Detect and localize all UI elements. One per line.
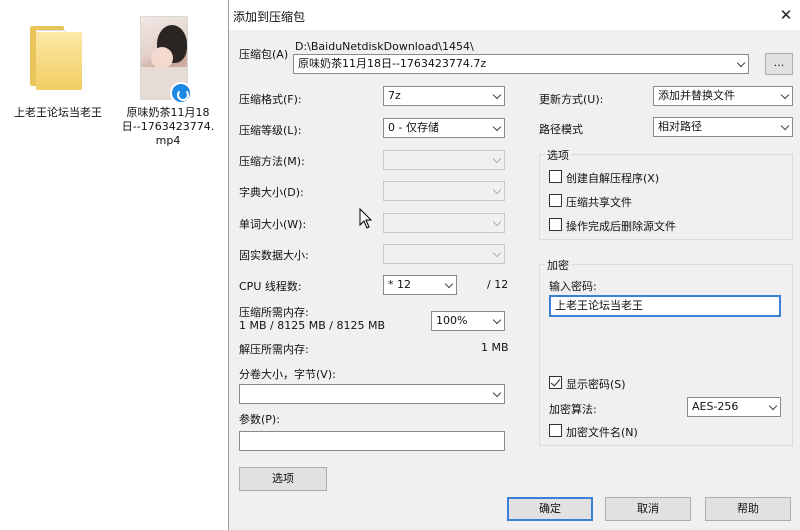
- chevron-down-icon: [736, 58, 746, 68]
- chevron-down-icon: [492, 90, 502, 100]
- password-input[interactable]: 上老王论坛当老王: [549, 295, 781, 317]
- update-label: 更新方式(U):: [539, 93, 604, 106]
- algo-select[interactable]: AES-256: [687, 397, 781, 417]
- delete-after-label: 操作完成后删除源文件: [566, 220, 676, 233]
- method-select: [383, 150, 505, 170]
- folder-label: 上老王论坛当老王: [14, 106, 102, 119]
- archive-path: D:\BaiduNetdiskDownload\1454\: [295, 40, 474, 53]
- show-password-checkbox[interactable]: [549, 376, 562, 389]
- cancel-button[interactable]: 取消: [605, 497, 691, 521]
- mem-percent-value: 100%: [436, 314, 468, 327]
- browse-button[interactable]: ...: [765, 53, 793, 75]
- word-label: 单词大小(W):: [239, 218, 307, 231]
- video-label: 原味奶茶11月18日--1763423774.mp4: [121, 106, 215, 147]
- password-value: 上老王论坛当老王: [555, 299, 643, 312]
- algo-label: 加密算法:: [549, 403, 597, 416]
- mouse-cursor-icon: [359, 208, 373, 229]
- chevron-down-icon: [444, 279, 454, 289]
- algo-value: AES-256: [692, 400, 739, 413]
- chevron-down-icon: [492, 217, 502, 227]
- solid-select: [383, 244, 505, 264]
- encrypt-group-title: 加密: [545, 257, 571, 273]
- solid-label: 固实数据大小:: [239, 249, 309, 262]
- sfx-checkbox[interactable]: [549, 170, 562, 183]
- chevron-down-icon: [492, 185, 502, 195]
- video-file-item[interactable]: 原味奶茶11月18日--1763423774.mp4: [118, 14, 218, 174]
- encrypt-names-checkbox[interactable]: [549, 424, 562, 437]
- encrypt-names-label: 加密文件名(N): [566, 426, 638, 439]
- level-value: 0 - 仅存储: [388, 121, 439, 134]
- options-group-title: 选项: [545, 147, 571, 163]
- mem-comp-label: 压缩所需内存:: [239, 306, 309, 319]
- close-icon[interactable]: ✕: [775, 4, 797, 26]
- shared-label: 压缩共享文件: [566, 196, 632, 209]
- archive-name-value: 原味奶茶11月18日--1763423774.7z: [298, 57, 487, 70]
- desktop: 上老王论坛当老王 原味奶茶11月18日--1763423774.mp4: [0, 0, 228, 530]
- update-mode-select[interactable]: 添加并替换文件: [653, 86, 793, 106]
- cpu-threads-select[interactable]: * 12: [383, 275, 457, 295]
- path-mode-label: 路径模式: [539, 123, 583, 136]
- mem-comp-values: 1 MB / 8125 MB / 8125 MB: [239, 319, 385, 332]
- path-mode-value: 相对路径: [658, 120, 702, 133]
- split-label: 分卷大小，字节(V):: [239, 368, 336, 381]
- options-button[interactable]: 选项: [239, 467, 327, 491]
- chevron-down-icon: [768, 401, 778, 411]
- format-label: 压缩格式(F):: [239, 93, 302, 106]
- cpu-total: / 12: [487, 278, 509, 291]
- format-value: 7z: [388, 89, 401, 102]
- password-label: 输入密码:: [549, 280, 597, 293]
- update-value: 添加并替换文件: [658, 89, 735, 102]
- format-select[interactable]: 7z: [383, 86, 505, 106]
- chevron-down-icon: [780, 90, 790, 100]
- cpu-label: CPU 线程数:: [239, 280, 302, 293]
- ok-button[interactable]: 确定: [507, 497, 593, 521]
- chevron-down-icon: [492, 122, 502, 132]
- chevron-down-icon: [492, 154, 502, 164]
- path-mode-select[interactable]: 相对路径: [653, 117, 793, 137]
- chevron-down-icon: [780, 121, 790, 131]
- cpu-value: * 12: [388, 278, 411, 291]
- chevron-down-icon: [492, 315, 502, 325]
- sfx-label: 创建自解压程序(X): [566, 172, 660, 185]
- level-label: 压缩等级(L):: [239, 124, 302, 137]
- split-size-combo[interactable]: [239, 384, 505, 404]
- mem-decomp-value: 1 MB: [481, 341, 509, 354]
- title-bar: 添加到压缩包 ✕: [229, 0, 800, 30]
- archive-label: 压缩包(A): [239, 48, 289, 61]
- folder-item[interactable]: 上老王论坛当老王: [14, 18, 102, 138]
- chevron-down-icon: [492, 388, 502, 398]
- mem-percent-select[interactable]: 100%: [431, 311, 505, 331]
- dict-label: 字典大小(D):: [239, 186, 304, 199]
- word-select: [383, 213, 505, 233]
- help-button[interactable]: 帮助: [705, 497, 791, 521]
- chevron-down-icon: [492, 248, 502, 258]
- params-input[interactable]: [239, 431, 505, 451]
- params-label: 参数(P):: [239, 413, 280, 426]
- mem-decomp-label: 解压所需内存:: [239, 343, 309, 356]
- show-password-label: 显示密码(S): [566, 378, 626, 391]
- dict-select: [383, 181, 505, 201]
- delete-after-checkbox[interactable]: [549, 218, 562, 231]
- app-badge-icon: [170, 82, 192, 104]
- dialog-title: 添加到压缩包: [233, 10, 306, 24]
- level-select[interactable]: 0 - 仅存储: [383, 118, 505, 138]
- archive-name-combo[interactable]: 原味奶茶11月18日--1763423774.7z: [293, 54, 749, 74]
- method-label: 压缩方法(M):: [239, 155, 305, 168]
- add-to-archive-dialog: 添加到压缩包 ✕ 压缩包(A) D:\BaiduNetdiskDownload\…: [228, 0, 800, 530]
- shared-checkbox[interactable]: [549, 194, 562, 207]
